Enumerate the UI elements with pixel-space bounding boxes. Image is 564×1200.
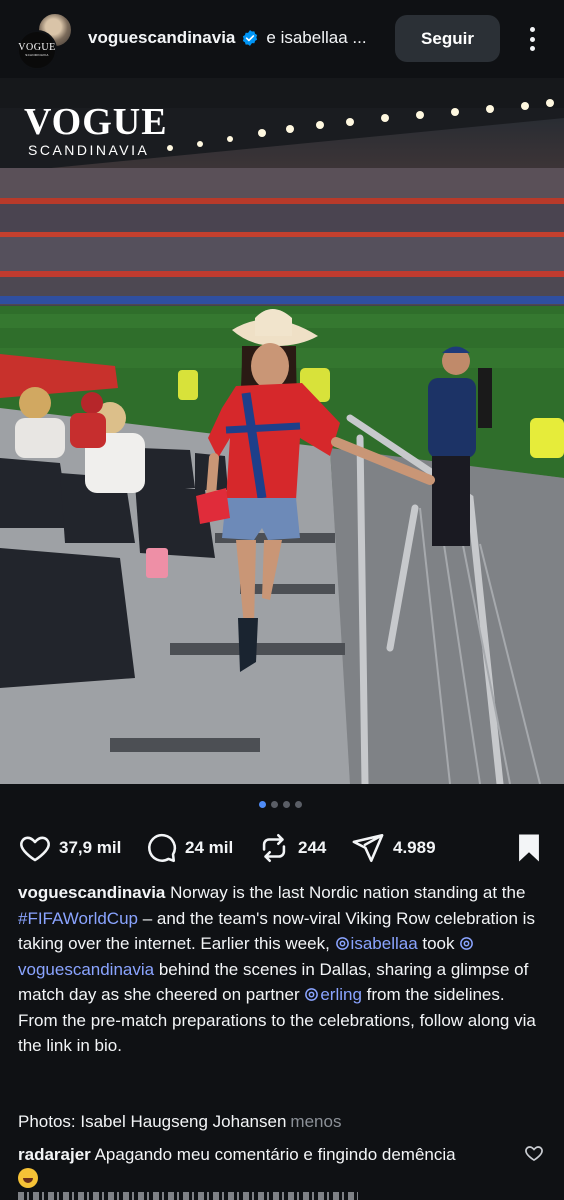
carousel-indicator — [259, 801, 302, 808]
cut-off-text-line — [18, 1192, 358, 1200]
mention-text: erling — [320, 985, 362, 1004]
post-photo[interactable]: VOGUE SCANDINAVIA — [0, 78, 564, 784]
carousel-dot — [295, 801, 302, 808]
caption-text: took — [417, 934, 460, 953]
share-count: 4.989 — [393, 838, 436, 857]
coauthor-text[interactable]: e isabellaa ... — [266, 28, 366, 48]
vogue-watermark: VOGUE SCANDINAVIA — [24, 102, 168, 158]
author-username[interactable]: voguescandinavia — [88, 28, 235, 48]
action-bar: 37,9 mil 24 mil 244 4.989 — [0, 827, 564, 869]
share-button[interactable]: 4.989 — [350, 827, 436, 869]
threads-mention-icon — [335, 937, 349, 950]
mention-text: isabellaa — [350, 934, 418, 953]
comment-icon — [148, 833, 177, 863]
mention-link[interactable]: erling — [304, 985, 362, 1004]
photo-credit: Photos: Isabel Haugseng Johansen — [18, 1112, 287, 1131]
threads-mention-icon — [460, 937, 474, 950]
caption-text: Norway is the last Nordic nation standin… — [165, 883, 526, 902]
watermark-title: VOGUE — [24, 101, 168, 143]
send-icon — [352, 833, 384, 863]
photo-credit-line: Photos: Isabel Haugseng Johansen menos — [18, 1112, 341, 1132]
stadium-photo-illustration — [0, 78, 564, 784]
author-line[interactable]: voguescandinavia e isabellaa ... — [88, 28, 367, 48]
carousel-dot — [283, 801, 290, 808]
bookmark-icon — [519, 834, 539, 862]
comment-text: Apagando meu comentário e fingindo demên… — [90, 1145, 456, 1164]
hashtag-link[interactable]: #FIFAWorldCup — [18, 909, 138, 928]
post-header: VOGUE SCANDINAVIA voguescandinavia e isa… — [0, 0, 564, 78]
comment-item: radarajer Apagando meu comentário e fing… — [18, 1143, 518, 1191]
post-caption: voguescandinavia Norway is the last Nord… — [18, 880, 548, 1059]
like-button[interactable]: 37,9 mil — [18, 827, 121, 869]
avatar-logo-text: VOGUE — [18, 42, 56, 53]
avatar-group[interactable]: VOGUE SCANDINAVIA — [17, 12, 75, 70]
comment-button[interactable]: 24 mil — [144, 827, 233, 869]
save-button[interactable] — [512, 827, 546, 869]
less-toggle[interactable]: menos — [290, 1112, 341, 1131]
caption-username[interactable]: voguescandinavia — [18, 883, 165, 902]
mention-text: voguescandinavia — [18, 959, 155, 979]
follow-button[interactable]: Seguir — [395, 15, 500, 62]
watermark-subtitle: SCANDINAVIA — [28, 142, 150, 158]
carousel-dot — [259, 801, 266, 808]
more-vertical-icon[interactable] — [521, 24, 543, 54]
threads-mention-icon — [305, 988, 319, 1001]
comment-count: 24 mil — [185, 838, 234, 857]
comment-heart-icon[interactable] — [524, 1143, 544, 1163]
heart-icon — [20, 836, 50, 862]
carousel-dot — [271, 801, 278, 808]
avatar-logo-sub: SCANDINAVIA — [25, 53, 49, 57]
mention-link[interactable]: isabellaa — [335, 934, 418, 953]
verified-badge-icon — [243, 30, 258, 46]
comment-username[interactable]: radarajer — [18, 1145, 91, 1164]
rofl-emoji-icon — [18, 1168, 38, 1188]
like-count: 37,9 mil — [59, 838, 122, 857]
author-avatar[interactable]: VOGUE SCANDINAVIA — [17, 30, 57, 70]
repost-button[interactable]: 244 — [257, 827, 326, 869]
repost-count: 244 — [298, 838, 327, 857]
repost-icon — [262, 833, 286, 863]
